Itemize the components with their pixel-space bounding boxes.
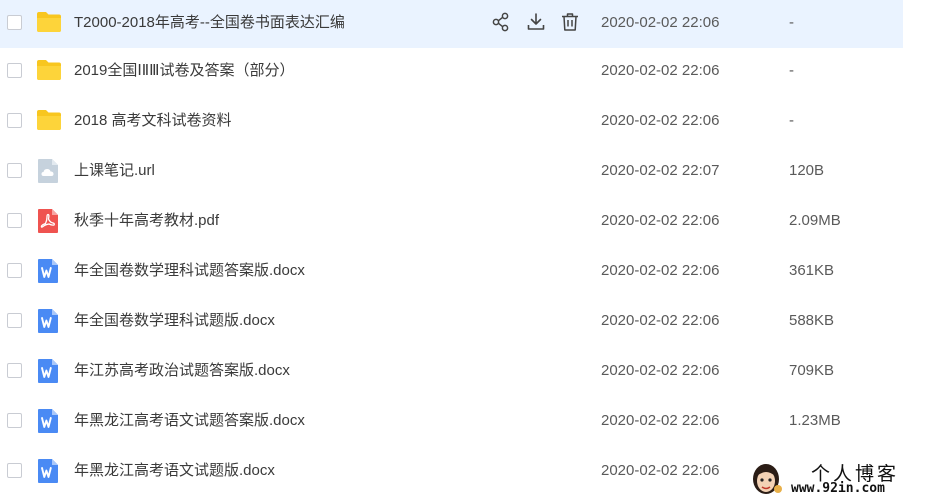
file-modified-date: 2020-02-02 22:06 [601, 262, 720, 279]
file-row[interactable]: 2018 高考文科试卷资料 2020-02-02 22:06 - [0, 98, 903, 146]
watermark-url: www.92in.com [791, 481, 885, 496]
file-name-link[interactable]: 秋季十年高考教材.pdf [74, 198, 219, 244]
file-row[interactable]: 上课笔记.url 2020-02-02 22:07 120B [0, 148, 903, 196]
row-checkbox[interactable] [7, 463, 22, 478]
file-modified-date: 2020-02-02 22:06 [601, 112, 720, 129]
file-row[interactable]: T2000-2018年高考--全国卷书面表达汇编 2020-02-02 22:06… [0, 0, 903, 48]
folder-icon [36, 109, 61, 135]
file-name-link[interactable]: 2018 高考文科试卷资料 [74, 98, 232, 144]
file-row[interactable]: 年黑龙江高考语文试题答案版.docx 2020-02-02 22:06 1.23MB [0, 398, 903, 446]
file-size: 361KB [789, 262, 835, 279]
row-checkbox[interactable] [7, 163, 22, 178]
watermark-avatar-icon [753, 464, 782, 494]
row-checkbox[interactable] [7, 213, 22, 228]
folder-icon [36, 59, 61, 85]
file-name-link[interactable]: 年全国卷数学理科试题版.docx [74, 298, 275, 344]
share-icon [490, 12, 512, 37]
folder-icon [36, 11, 61, 37]
file-modified-date: 2020-02-02 22:06 [601, 14, 720, 31]
file-row[interactable]: 年全国卷数学理科试题答案版.docx 2020-02-02 22:06 361KB [0, 248, 903, 296]
row-checkbox[interactable] [7, 113, 22, 128]
delete-icon [559, 13, 581, 37]
file-name-link[interactable]: 年江苏高考政治试题答案版.docx [74, 348, 290, 394]
file-modified-date: 2020-02-02 22:07 [601, 162, 720, 179]
row-checkbox[interactable] [7, 263, 22, 278]
file-name-link[interactable]: 年全国卷数学理科试题答案版.docx [74, 248, 305, 294]
row-checkbox[interactable] [7, 63, 22, 78]
file-list: T2000-2018年高考--全国卷书面表达汇编 2020-02-02 22:06… [0, 0, 941, 500]
file-row[interactable]: 秋季十年高考教材.pdf 2020-02-02 22:06 2.09MB [0, 198, 903, 246]
file-size: - [789, 62, 794, 79]
docx-file-icon [37, 258, 61, 284]
download-icon [525, 13, 547, 37]
delete-button[interactable] [559, 11, 581, 33]
file-name-link[interactable]: 年黑龙江高考语文试题答案版.docx [74, 398, 305, 444]
row-checkbox[interactable] [7, 313, 22, 328]
file-row[interactable]: 2019全国ⅠⅡⅢ试卷及答案（部分） 2020-02-02 22:06 - [0, 48, 903, 96]
file-size: 2.09MB [789, 212, 841, 229]
docx-file-icon [37, 408, 61, 434]
file-modified-date: 2020-02-02 22:06 [601, 62, 720, 79]
file-modified-date: 2020-02-02 22:06 [601, 312, 720, 329]
file-size: 1.23MB [789, 412, 841, 429]
row-checkbox[interactable] [7, 413, 22, 428]
share-button[interactable] [490, 11, 512, 33]
docx-file-icon [37, 308, 61, 334]
file-name-link[interactable]: 年黑龙江高考语文试题版.docx [74, 448, 275, 494]
file-size: 120B [789, 162, 825, 179]
file-size: - [789, 14, 794, 31]
file-modified-date: 2020-02-02 22:06 [601, 412, 720, 429]
row-checkbox[interactable] [7, 363, 22, 378]
file-name-link[interactable]: T2000-2018年高考--全国卷书面表达汇编 [74, 0, 345, 46]
row-checkbox[interactable] [7, 15, 22, 30]
file-row[interactable]: 年全国卷数学理科试题版.docx 2020-02-02 22:06 588KB [0, 298, 903, 346]
download-button[interactable] [525, 11, 547, 33]
file-row[interactable]: 年江苏高考政治试题答案版.docx 2020-02-02 22:06 709KB [0, 348, 903, 396]
watermark: 个人博客 www.92in.com [747, 457, 941, 500]
docx-file-icon [37, 358, 61, 384]
file-name-link[interactable]: 上课笔记.url [74, 148, 155, 194]
docx-file-icon [37, 458, 61, 484]
file-modified-date: 2020-02-02 22:06 [601, 362, 720, 379]
url-file-icon [37, 158, 61, 184]
file-modified-date: 2020-02-02 22:06 [601, 462, 720, 479]
file-modified-date: 2020-02-02 22:06 [601, 212, 720, 229]
file-size: - [789, 112, 794, 129]
file-name-link[interactable]: 2019全国ⅠⅡⅢ试卷及答案（部分） [74, 48, 295, 94]
file-size: 588KB [789, 312, 835, 329]
pdf-file-icon [37, 208, 61, 234]
file-size: 709KB [789, 362, 835, 379]
